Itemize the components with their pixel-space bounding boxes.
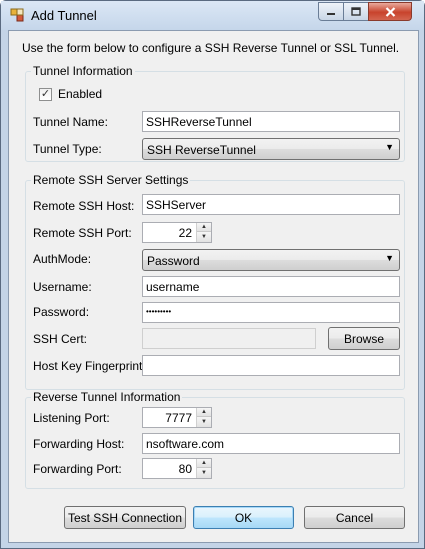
spin-up-icon[interactable]: ▲ [197, 459, 211, 468]
app-icon [10, 8, 24, 22]
spin-buttons: ▲ ▼ [196, 223, 211, 242]
username-input[interactable]: username [142, 276, 400, 297]
listening-port-stepper[interactable]: 7777 ▲ ▼ [142, 407, 212, 428]
authmode-value: Password [147, 254, 200, 268]
password-input[interactable]: ••••••••• [142, 302, 400, 323]
password-label: Password: [33, 305, 90, 319]
listening-port-label: Listening Port: [33, 411, 110, 425]
browse-button[interactable]: Browse [328, 327, 400, 350]
ssh-port-value: 22 [178, 226, 192, 240]
enabled-label: Enabled [58, 87, 103, 101]
browse-button-label: Browse [343, 331, 384, 346]
minimize-icon [327, 12, 335, 15]
ok-button-label: OK [234, 510, 253, 525]
spin-down-icon[interactable]: ▼ [197, 232, 211, 242]
dialog-body: Use the form below to configure a SSH Re… [8, 30, 419, 543]
group-title: Reverse Tunnel Information [31, 390, 183, 404]
tunnel-name-label: Tunnel Name: [33, 115, 108, 129]
reverse-tunnel-group: Reverse Tunnel Information Listening Por… [25, 390, 405, 489]
group-title: Tunnel Information [31, 64, 135, 78]
maximize-button[interactable] [343, 2, 369, 21]
forwarding-port-stepper[interactable]: 80 ▲ ▼ [142, 458, 212, 479]
ssh-host-label: Remote SSH Host: [33, 199, 135, 213]
ssh-server-group: Remote SSH Server Settings Remote SSH Ho… [25, 173, 405, 390]
spin-down-icon[interactable]: ▼ [197, 417, 211, 427]
forwarding-port-value: 80 [178, 462, 192, 476]
listening-port-value: 7777 [165, 411, 192, 425]
ssh-port-label: Remote SSH Port: [33, 226, 132, 240]
ok-button[interactable]: OK [193, 506, 294, 529]
spin-down-icon[interactable]: ▼ [197, 468, 211, 478]
fingerprint-label: Host Key Fingerprint: [33, 359, 146, 373]
close-icon [385, 6, 395, 17]
minimize-button[interactable] [318, 2, 344, 21]
ssh-cert-label: SSH Cert: [33, 332, 88, 346]
window-title: Add Tunnel [31, 8, 97, 23]
spin-buttons: ▲ ▼ [196, 408, 211, 427]
spin-buttons: ▲ ▼ [196, 459, 211, 478]
intro-text: Use the form below to configure a SSH Re… [22, 41, 400, 55]
spin-up-icon[interactable]: ▲ [197, 223, 211, 232]
forwarding-port-label: Forwarding Port: [33, 462, 122, 476]
forwarding-host-input[interactable]: nsoftware.com [142, 433, 400, 454]
ssh-port-stepper[interactable]: 22 ▲ ▼ [142, 222, 212, 243]
spin-up-icon[interactable]: ▲ [197, 408, 211, 417]
tunnel-type-value: SSH ReverseTunnel [147, 143, 256, 157]
test-ssh-connection-button[interactable]: Test SSH Connection [64, 506, 186, 529]
group-title: Remote SSH Server Settings [31, 173, 191, 187]
tunnel-name-input[interactable]: SSHReverseTunnel [142, 111, 400, 132]
authmode-label: AuthMode: [33, 252, 92, 266]
authmode-select[interactable]: Password ▼ [142, 249, 400, 271]
close-button[interactable] [368, 2, 412, 21]
test-button-label: Test SSH Connection [67, 510, 183, 525]
tunnel-type-label: Tunnel Type: [33, 142, 102, 156]
add-tunnel-window: Add Tunnel Use the form below to configu… [0, 0, 425, 549]
tunnel-type-select[interactable]: SSH ReverseTunnel ▼ [142, 138, 400, 160]
fingerprint-input[interactable] [142, 355, 400, 376]
cancel-button-label: Cancel [335, 510, 374, 525]
ssh-cert-input [142, 328, 316, 349]
title-bar[interactable]: Add Tunnel [1, 1, 424, 30]
chevron-down-icon: ▼ [385, 253, 394, 263]
maximize-icon [351, 7, 361, 16]
ssh-host-input[interactable]: SSHServer [142, 194, 400, 215]
forwarding-host-label: Forwarding Host: [33, 437, 125, 451]
tunnel-info-group: Tunnel Information ✓ Enabled Tunnel Name… [25, 64, 405, 162]
enabled-checkbox[interactable]: ✓ [39, 88, 52, 101]
username-label: Username: [33, 280, 92, 294]
chevron-down-icon: ▼ [385, 142, 394, 152]
cancel-button[interactable]: Cancel [304, 506, 405, 529]
